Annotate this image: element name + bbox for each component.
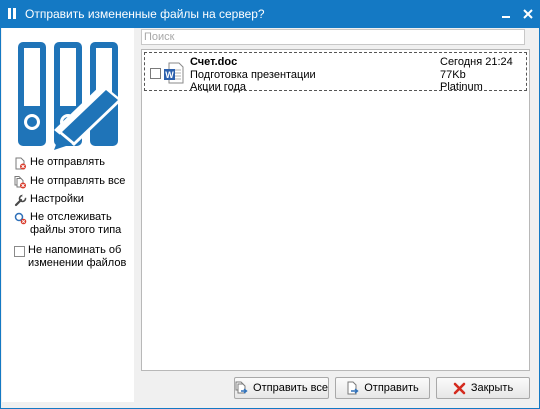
file-checkbox[interactable] xyxy=(150,68,161,79)
window-title: Отправить измененные файлы на сервер? xyxy=(25,7,265,21)
file-list: W Счет.doc Подготовка презентации Акции … xyxy=(141,49,530,371)
file-size: 77Kb xyxy=(440,69,466,81)
dont-remind-checkbox[interactable]: Не напоминать об изменении файлов xyxy=(14,244,126,270)
send-all-icon xyxy=(235,381,248,394)
title-bar: Отправить измененные файлы на сервер? xyxy=(1,1,539,28)
sidebar: Не отправлять Не отправлять все Настройк… xyxy=(2,28,134,402)
send-all-label: Отправить все xyxy=(253,382,328,394)
dont-send-all-action[interactable]: Не отправлять все xyxy=(14,175,125,189)
settings-label: Настройки xyxy=(30,193,84,205)
dont-track-type-label: Не отслеживать файлы этого типа xyxy=(30,211,122,236)
dont-remind-label: Не напоминать об изменении файлов xyxy=(28,244,127,269)
send-files-dialog: Отправить измененные файлы на сервер? Не… xyxy=(0,0,540,409)
close-x-icon xyxy=(453,382,466,395)
close-button[interactable]: Закрыть xyxy=(436,377,530,399)
file-row[interactable]: W Счет.doc Подготовка презентации Акции … xyxy=(144,52,527,93)
minimize-button[interactable] xyxy=(497,5,515,23)
send-label: Отправить xyxy=(364,382,419,394)
wrench-icon xyxy=(14,194,27,207)
settings-action[interactable]: Настройки xyxy=(14,193,84,207)
send-all-button[interactable]: Отправить все xyxy=(234,377,329,399)
file-modified: Сегодня 21:24 xyxy=(440,56,513,68)
send-button[interactable]: Отправить xyxy=(335,377,430,399)
svg-text:W: W xyxy=(165,70,174,80)
send-icon xyxy=(347,381,359,395)
close-label: Закрыть xyxy=(470,382,514,394)
word-doc-icon: W xyxy=(164,62,184,84)
docs-cancel-icon xyxy=(14,176,26,189)
file-tag: Акции года xyxy=(190,81,246,93)
dont-send-action[interactable]: Не отправлять xyxy=(14,156,105,170)
doc-cancel-icon xyxy=(15,157,26,170)
dont-track-type-action[interactable]: Не отслеживать файлы этого типа xyxy=(14,211,121,237)
file-description: Подготовка презентации xyxy=(190,69,316,81)
binders-pencil-logo xyxy=(18,42,122,150)
file-owner: Platinum xyxy=(440,81,483,93)
minimize-icon xyxy=(502,16,510,18)
dont-remind-checkbox-box[interactable] xyxy=(14,246,25,257)
close-icon xyxy=(523,9,533,19)
search-input[interactable] xyxy=(142,30,528,44)
dont-send-label: Не отправлять xyxy=(30,156,105,168)
file-name: Счет.doc xyxy=(190,56,238,68)
search-box[interactable] xyxy=(141,29,528,45)
magnifier-cancel-icon xyxy=(14,212,27,225)
app-icon xyxy=(8,8,16,19)
dont-send-all-label: Не отправлять все xyxy=(30,175,126,187)
close-window-button[interactable] xyxy=(519,5,537,23)
